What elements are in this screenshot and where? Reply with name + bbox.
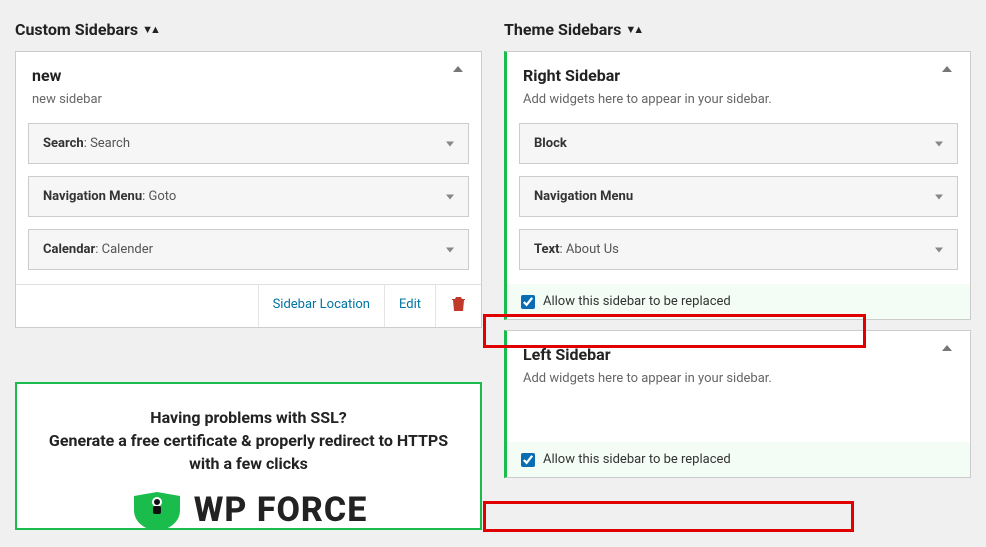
chevron-down-icon: [446, 194, 454, 199]
left-sidebar-panel: Left Sidebar Add widgets here to appear …: [504, 330, 971, 478]
right-sidebar-panel: Right Sidebar Add widgets here to appear…: [504, 51, 971, 320]
theme-sidebars-heading: Theme Sidebars ▼▲: [504, 0, 971, 51]
widget-name: Calendar: [43, 242, 95, 257]
panel-header: new new sidebar: [16, 52, 481, 113]
allow-replace-checkbox[interactable]: [521, 295, 535, 309]
widget-block[interactable]: Block: [519, 123, 958, 164]
promo-box: Having problems with SSL? Generate a fre…: [15, 382, 482, 530]
widget-search[interactable]: Search: Search: [28, 123, 469, 164]
widget-value: Goto: [148, 189, 176, 204]
allow-replace-checkbox[interactable]: [521, 453, 535, 467]
collapse-icon[interactable]: [942, 345, 952, 351]
panel-desc: Add widgets here to appear in your sideb…: [523, 92, 954, 107]
panel-title: Right Sidebar: [523, 66, 954, 85]
panel-header: Left Sidebar Add widgets here to appear …: [507, 331, 970, 392]
collapse-icon[interactable]: [942, 66, 952, 72]
promo-line1: Having problems with SSL?: [37, 406, 460, 429]
custom-sidebars-title: Custom Sidebars: [15, 20, 138, 39]
collapse-icon[interactable]: [453, 66, 463, 72]
widget-name: Search: [43, 136, 84, 151]
panel-actions: Sidebar Location Edit: [16, 284, 481, 327]
widget-name: Navigation Menu: [534, 189, 633, 204]
chevron-down-icon: [446, 141, 454, 146]
widget-list: Search: Search Navigation Menu: Goto Cal…: [16, 113, 481, 284]
chevron-down-icon: [935, 247, 943, 252]
sort-icon[interactable]: ▼▲: [142, 23, 158, 36]
widget-calendar[interactable]: Calendar: Calender: [28, 229, 469, 270]
allow-replace-label: Allow this sidebar to be replaced: [543, 452, 731, 467]
panel-header: Right Sidebar Add widgets here to appear…: [507, 52, 970, 113]
allow-replace-row-left: Allow this sidebar to be replaced: [507, 442, 970, 477]
panel-desc: new sidebar: [32, 92, 465, 107]
custom-sidebars-heading: Custom Sidebars ▼▲: [15, 0, 482, 51]
widget-value: Calender: [102, 242, 153, 257]
promo-line2: Generate a free certificate & properly r…: [37, 429, 460, 475]
allow-replace-label: Allow this sidebar to be replaced: [543, 294, 731, 309]
promo-logo: WP FORCE: [37, 492, 460, 528]
chevron-down-icon: [935, 194, 943, 199]
widget-list: Block Navigation Menu Text: About Us: [507, 113, 970, 284]
edit-link[interactable]: Edit: [384, 285, 435, 327]
panel-title: new: [32, 66, 465, 85]
panel-title: Left Sidebar: [523, 345, 954, 364]
chevron-down-icon: [935, 141, 943, 146]
chevron-down-icon: [446, 247, 454, 252]
widget-nav-menu[interactable]: Navigation Menu: Goto: [28, 176, 469, 217]
widget-list-empty: [507, 392, 970, 442]
promo-logo-text: WP FORCE: [194, 492, 368, 528]
delete-button[interactable]: [435, 285, 481, 327]
widget-text[interactable]: Text: About Us: [519, 229, 958, 270]
widget-nav-menu[interactable]: Navigation Menu: [519, 176, 958, 217]
custom-sidebar-panel: new new sidebar Search: Search Navigatio…: [15, 51, 482, 328]
widget-value: About Us: [566, 242, 619, 257]
sidebar-location-link[interactable]: Sidebar Location: [258, 285, 384, 327]
allow-replace-row-right: Allow this sidebar to be replaced: [507, 284, 970, 319]
theme-sidebars-title: Theme Sidebars: [504, 20, 621, 39]
shield-icon: [130, 492, 184, 528]
widget-name: Text: [534, 242, 560, 257]
widget-value: Search: [90, 136, 130, 151]
panel-desc: Add widgets here to appear in your sideb…: [523, 371, 954, 386]
widget-name: Navigation Menu: [43, 189, 142, 204]
trash-icon: [452, 297, 465, 311]
sort-icon[interactable]: ▼▲: [625, 23, 641, 36]
widget-name: Block: [534, 136, 567, 151]
